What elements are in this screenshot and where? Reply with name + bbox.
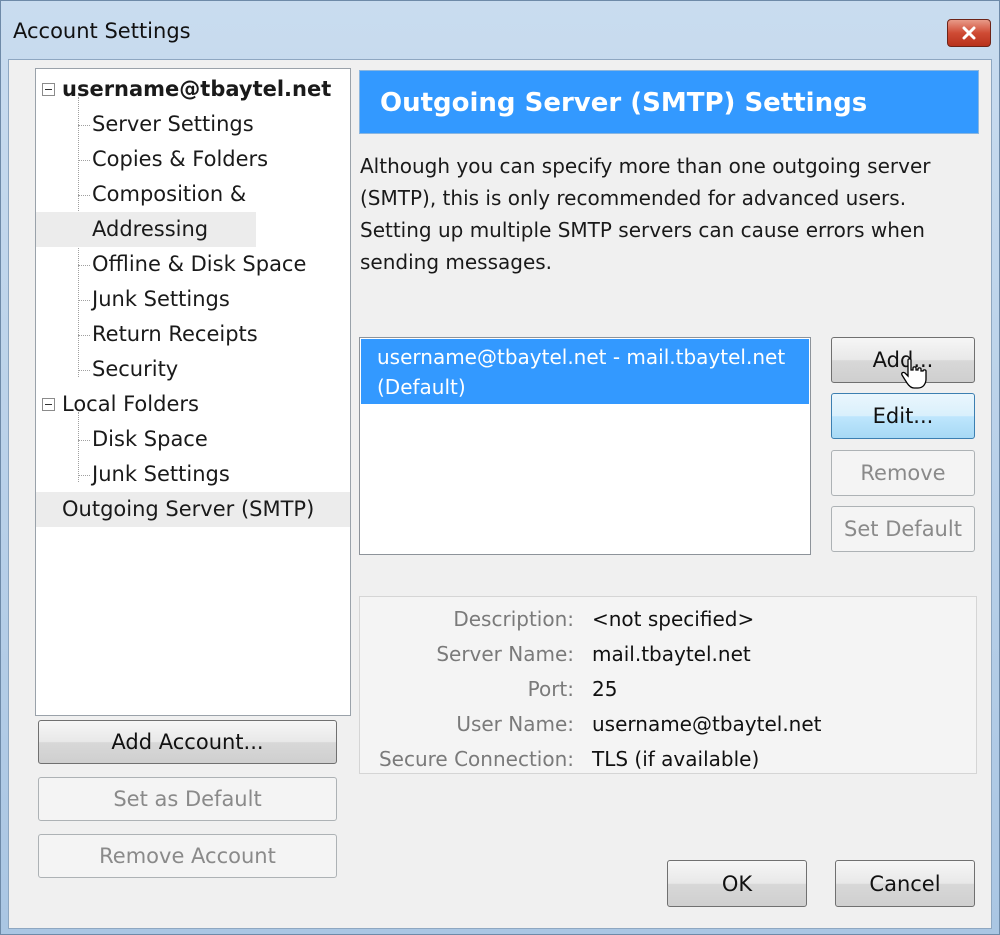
collapse-icon[interactable]	[42, 398, 55, 411]
set-as-default-button[interactable]: Set as Default	[38, 777, 337, 821]
server-name-value: mail.tbaytel.net	[592, 642, 751, 666]
tree-item-security[interactable]: Security	[36, 352, 350, 387]
tree-item-composition[interactable]: Composition &	[36, 177, 350, 212]
tree-item-disk-space[interactable]: Disk Space	[36, 422, 350, 457]
detail-row-description: Description: <not specified>	[360, 601, 976, 637]
tree-item-offline-disk[interactable]: Offline & Disk Space	[36, 247, 350, 282]
detail-row-user-name: User Name: username@tbaytel.net	[360, 706, 976, 742]
tree-item-label: Return Receipts	[92, 322, 258, 346]
user-name-label: User Name:	[456, 712, 574, 736]
tree-item-label: Addressing	[92, 217, 209, 241]
account-tree[interactable]: username@tbaytel.net Server Settings Cop…	[35, 68, 351, 716]
set-default-server-button[interactable]: Set Default	[831, 506, 975, 552]
remove-server-button[interactable]: Remove	[831, 450, 975, 496]
tree-item-label: Junk Settings	[92, 462, 230, 486]
user-name-value: username@tbaytel.net	[592, 712, 822, 736]
port-value: 25	[592, 677, 618, 701]
tree-item-label: Outgoing Server (SMTP)	[62, 497, 315, 521]
tree-item-label: Server Settings	[92, 112, 254, 136]
server-item-line2: (Default)	[377, 375, 466, 399]
edit-server-button[interactable]: Edit...	[831, 393, 975, 439]
tree-account-label: username@tbaytel.net	[62, 77, 332, 101]
tree-item-local-junk[interactable]: Junk Settings	[36, 457, 350, 492]
tree-item-copies-folders[interactable]: Copies & Folders	[36, 142, 350, 177]
window-title: Account Settings	[13, 19, 191, 43]
tree-item-label: Junk Settings	[92, 287, 230, 311]
tree-item-junk-settings[interactable]: Junk Settings	[36, 282, 350, 317]
tree-item-label: Offline & Disk Space	[92, 252, 307, 276]
smtp-description: Although you can specify more than one o…	[360, 154, 931, 274]
secure-connection-value: TLS (if available)	[592, 747, 760, 771]
smtp-server-item[interactable]: username@tbaytel.net - mail.tbaytel.net …	[361, 339, 809, 404]
collapse-icon[interactable]	[42, 83, 55, 96]
ok-button[interactable]: OK	[667, 860, 807, 907]
close-button[interactable]	[947, 19, 991, 47]
add-account-button[interactable]: Add Account...	[38, 720, 337, 764]
detail-row-secure: Secure Connection: TLS (if available)	[360, 741, 976, 777]
tree-local-folders-label: Local Folders	[62, 392, 199, 416]
description-label: Description:	[453, 607, 574, 631]
secure-connection-label: Secure Connection:	[378, 747, 574, 771]
tree-item-server-settings[interactable]: Server Settings	[36, 107, 350, 142]
smtp-server-list[interactable]: username@tbaytel.net - mail.tbaytel.net …	[359, 337, 811, 555]
mouse-cursor-icon	[901, 358, 927, 389]
server-name-label: Server Name:	[436, 642, 574, 666]
remove-account-button[interactable]: Remove Account	[38, 834, 337, 878]
server-details: Description: <not specified> Server Name…	[359, 596, 977, 774]
close-icon	[962, 26, 976, 40]
tree-item-local-folders[interactable]: Local Folders	[36, 387, 350, 422]
tree-item-label: Security	[92, 357, 179, 381]
server-item-line1: username@tbaytel.net - mail.tbaytel.net	[377, 345, 786, 369]
tree-item-outgoing-server[interactable]: Outgoing Server (SMTP)	[36, 492, 350, 527]
tree-item-label: Disk Space	[92, 427, 208, 451]
tree-item-label: Copies & Folders	[92, 147, 269, 171]
tree-item-label: Composition &	[92, 182, 247, 206]
account-settings-window: Account Settings username@tbaytel.net Se…	[0, 0, 1000, 935]
description-value: <not specified>	[592, 607, 755, 631]
tree-item-addressing[interactable]: Addressing	[36, 212, 256, 247]
title-bar[interactable]: Account Settings	[1, 1, 999, 61]
cancel-button[interactable]: Cancel	[835, 860, 975, 907]
tree-item-account[interactable]: username@tbaytel.net	[36, 72, 350, 107]
tree-item-return-receipts[interactable]: Return Receipts	[36, 317, 350, 352]
page-title: Outgoing Server (SMTP) Settings	[359, 70, 979, 134]
detail-row-server-name: Server Name: mail.tbaytel.net	[360, 636, 976, 672]
port-label: Port:	[527, 677, 574, 701]
dialog-client-area: username@tbaytel.net Server Settings Cop…	[8, 59, 992, 929]
detail-row-port: Port: 25	[360, 671, 976, 707]
